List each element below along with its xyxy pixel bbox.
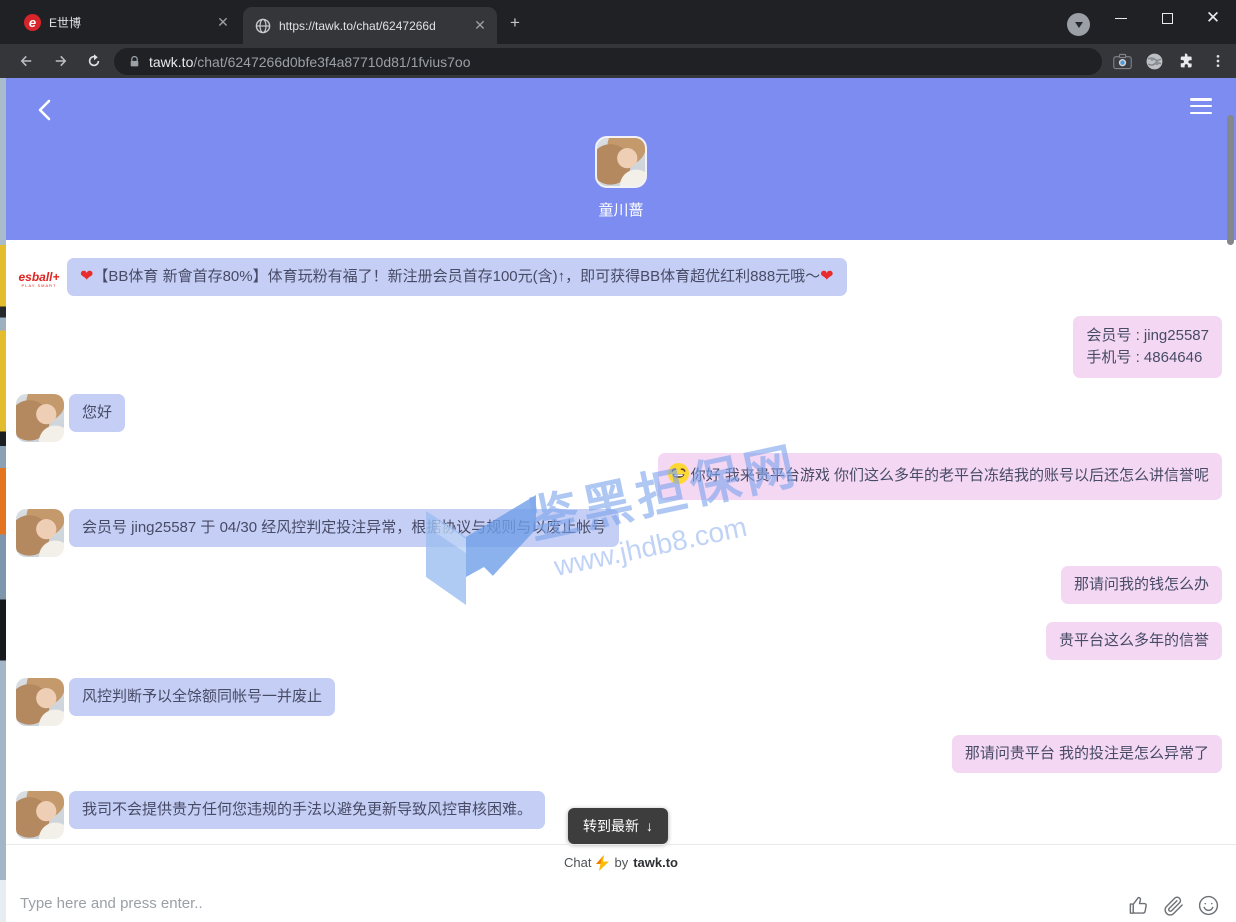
lightning-bolt-icon: [596, 855, 609, 871]
lock-icon: [128, 55, 141, 69]
chat-message-row: 那请问贵平台 我的投注是怎么异常了: [16, 735, 1222, 773]
jump-to-latest-button[interactable]: 转到最新 ↓: [568, 808, 668, 844]
chat-message-input[interactable]: [20, 890, 780, 916]
message-bubble: 您好: [69, 394, 125, 432]
browser-tab-bar: e E世博 ✕ https://tawk.to/chat/6247266d ✕ …: [0, 0, 1236, 44]
hamburger-menu-button[interactable]: [1190, 98, 1212, 114]
emoji-picker-button[interactable]: [1197, 894, 1220, 917]
heart-icon: ❤: [80, 268, 93, 285]
message-text: 风控判断予以全馀额同帐号一并废止: [82, 688, 322, 705]
chat-widget: 童川蔷 esball+PLAY SMART❤【BB体育 新會首存80%】体育玩粉…: [0, 78, 1236, 922]
message-bubble: 那请问贵平台 我的投注是怎么异常了: [952, 735, 1222, 773]
message-text: 贵平台这么多年的信誉: [1059, 632, 1209, 649]
esbo-favicon-icon: e: [24, 14, 41, 31]
tab-title: https://tawk.to/chat/6247266d: [279, 19, 463, 33]
message-text: 【BB体育 新會首存80%】体育玩粉有福了！新注册会员首存100元(含)↑，即可…: [93, 268, 820, 285]
attachment-paperclip-button[interactable]: [1162, 894, 1185, 917]
agent-avatar: [16, 509, 64, 557]
tab-title: E世博: [49, 14, 206, 31]
agent-avatar: [16, 394, 64, 442]
chat-message-row: 那请问我的钱怎么办: [16, 566, 1222, 604]
agent-avatar: [16, 678, 64, 726]
screenshot-camera-icon[interactable]: [1111, 50, 1133, 72]
message-bubble: 我司不会提供贵方任何您违规的手法以避免更新导致风控审核困难。: [69, 791, 545, 829]
message-bubble: 会员号 jing25587 于 04/30 经风控判定投注异常，根据协议与规则与…: [69, 509, 619, 547]
address-bar[interactable]: tawk.to/chat/6247266d0bfe3f4a87710d81/1f…: [114, 48, 1102, 75]
globe-favicon-icon: [255, 18, 271, 34]
minimize-button[interactable]: [1098, 0, 1144, 36]
message-bubble: 那请问我的钱怎么办: [1061, 566, 1222, 604]
tab-esbo[interactable]: e E世博 ✕: [10, 0, 240, 44]
chat-message-row: 会员号 jing25587 于 04/30 经风控判定投注异常，根据协议与规则与…: [16, 509, 1222, 557]
message-text: 我司不会提供贵方任何您违规的手法以避免更新导致风控审核困难。: [82, 801, 532, 818]
message-text: 那请问我的钱怎么办: [1074, 576, 1209, 593]
heart-icon: ❤: [820, 268, 833, 285]
back-button[interactable]: [12, 47, 40, 75]
arrow-down-icon: ↓: [646, 818, 653, 834]
chat-message-row: 您好: [16, 394, 1222, 442]
message-text: 那请问贵平台 我的投注是怎么异常了: [965, 745, 1209, 762]
forward-button[interactable]: [47, 47, 75, 75]
reload-button[interactable]: [80, 47, 108, 75]
browser-menu-icon[interactable]: [1207, 50, 1229, 72]
translate-globe-icon[interactable]: [1143, 50, 1165, 72]
tawk-branding[interactable]: Chat by tawk.to: [6, 844, 1236, 880]
esball-wordmark: esball+: [18, 271, 59, 283]
url-domain: tawk.to: [149, 54, 193, 70]
back-chevron-button[interactable]: [30, 96, 58, 124]
message-bubble: 风控判断予以全馀额同帐号一并废止: [69, 678, 335, 716]
chat-message-row: 会员号 : jing25587手机号 : 4864646: [16, 316, 1222, 378]
message-bubble: 会员号 : jing25587手机号 : 4864646: [1073, 316, 1222, 378]
agent-name: 童川蔷: [6, 199, 1236, 220]
extensions-puzzle-icon[interactable]: [1175, 50, 1197, 72]
close-window-button[interactable]: ✕: [1190, 0, 1236, 36]
message-bubble: 你好 我来贵平台游戏 你们这么多年的老平台冻结我的账号以后还怎么讲信誉呢: [658, 453, 1222, 500]
chat-message-row: esball+PLAY SMART❤【BB体育 新會首存80%】体育玩粉有福了！…: [16, 258, 1222, 298]
tab-tawk-chat[interactable]: https://tawk.to/chat/6247266d ✕: [243, 7, 497, 44]
chat-message-row: 风控判断予以全馀额同帐号一并废止: [16, 678, 1222, 726]
profile-menu-button[interactable]: [1067, 13, 1090, 36]
message-text: 会员号 : jing25587: [1086, 325, 1209, 347]
message-bubble: ❤【BB体育 新會首存80%】体育玩粉有福了！新注册会员首存100元(含)↑，即…: [67, 258, 847, 296]
grinning-face-icon: [667, 462, 690, 491]
agent-avatar: [595, 136, 647, 188]
message-bubble: 贵平台这么多年的信誉: [1046, 622, 1222, 660]
chat-message-row: 贵平台这么多年的信誉: [16, 622, 1222, 660]
message-text: 手机号 : 4864646: [1086, 347, 1209, 369]
window-controls: ✕: [1098, 0, 1236, 36]
new-tab-button[interactable]: +: [505, 13, 525, 33]
scrollbar-thumb[interactable]: [1227, 115, 1234, 245]
tab-close-icon[interactable]: ✕: [471, 17, 489, 35]
agent-avatar: [16, 791, 64, 839]
esball-tagline: PLAY SMART: [22, 283, 57, 288]
tab-close-icon[interactable]: ✕: [214, 13, 232, 31]
url-path: /chat/6247266d0bfe3f4a87710d81/1fvius7oo: [193, 54, 470, 70]
message-text: 你好 我来贵平台游戏 你们这么多年的老平台冻结我的账号以后还怎么讲信誉呢: [691, 467, 1209, 484]
message-text: 您好: [82, 404, 112, 421]
thumbs-up-button[interactable]: [1127, 894, 1150, 917]
chat-header: 童川蔷: [6, 78, 1236, 240]
chat-message-row: 你好 我来贵平台游戏 你们这么多年的老平台冻结我的账号以后还怎么讲信誉呢: [16, 453, 1222, 500]
esball-logo-avatar: esball+PLAY SMART: [16, 260, 62, 298]
maximize-button[interactable]: [1144, 0, 1190, 36]
message-text: 会员号 jing25587 于 04/30 经风控判定投注异常，根据协议与规则与…: [82, 519, 606, 536]
